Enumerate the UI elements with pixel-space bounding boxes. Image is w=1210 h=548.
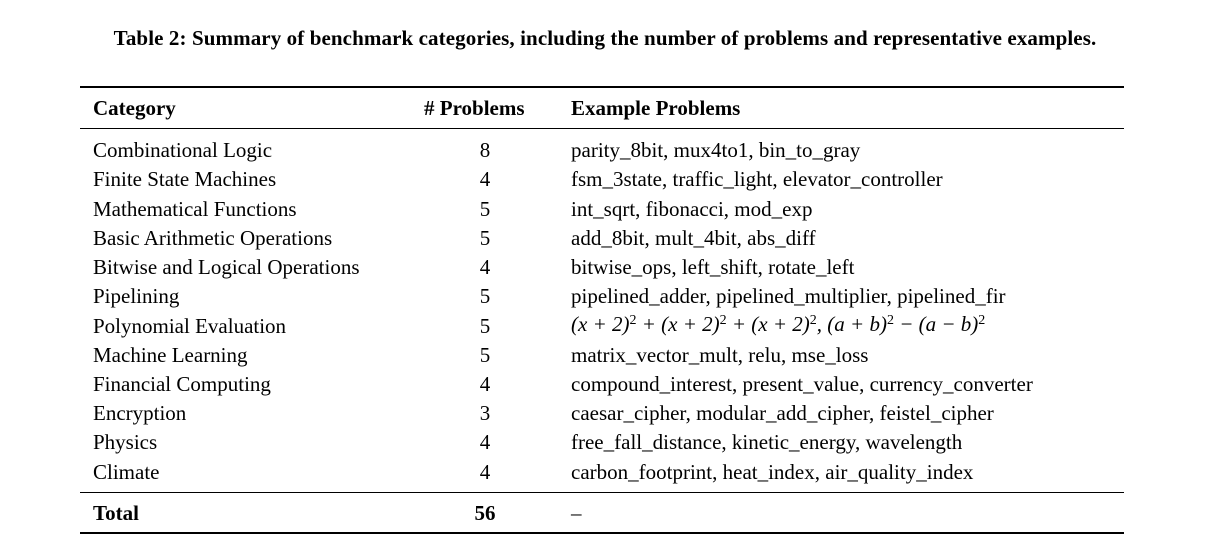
row-count: 5 [479, 226, 491, 250]
bottom-rule [80, 532, 1124, 534]
row-count: 4 [479, 430, 491, 454]
row-examples-math: (x + 2)2 + (x + 2)2 + (x + 2)2, (a + b)2… [571, 312, 986, 336]
row-examples: matrix_vector_mult, relu, mse_loss [571, 343, 869, 367]
row-count: 5 [479, 343, 491, 367]
row-category: Mathematical Functions [93, 197, 297, 221]
row-count: 5 [479, 314, 491, 338]
row-category: Combinational Logic [93, 138, 273, 162]
row-category: Pipelining [93, 284, 180, 308]
row-category: Basic Arithmetic Operations [93, 226, 333, 250]
row-examples: pipelined_adder, pipelined_multiplier, p… [571, 284, 1006, 308]
row-category: Polynomial Evaluation [93, 314, 287, 338]
row-category: Physics [93, 430, 158, 454]
row-count: 4 [479, 460, 491, 484]
top-rule [80, 86, 1124, 88]
header-problems: # Problems [424, 96, 525, 120]
row-category: Machine Learning [93, 343, 248, 367]
row-count: 3 [479, 401, 491, 425]
table-caption: Table 2: Summary of benchmark categories… [113, 26, 1097, 50]
total-count: 56 [474, 501, 496, 525]
row-category: Financial Computing [93, 372, 271, 396]
row-count: 4 [479, 372, 491, 396]
header-examples: Example Problems [571, 96, 741, 120]
row-count: 4 [479, 167, 491, 191]
row-category: Bitwise and Logical Operations [93, 255, 360, 279]
row-category: Finite State Machines [93, 167, 277, 191]
row-count: 4 [479, 255, 491, 279]
row-examples: parity_8bit, mux4to1, bin_to_gray [571, 138, 861, 162]
row-count: 5 [479, 197, 491, 221]
row-category: Encryption [93, 401, 187, 425]
row-examples: free_fall_distance, kinetic_energy, wave… [571, 430, 963, 454]
total-examples: – [571, 501, 582, 525]
total-rule [80, 492, 1124, 493]
row-examples: bitwise_ops, left_shift, rotate_left [571, 255, 855, 279]
row-examples: compound_interest, present_value, curren… [571, 372, 1033, 396]
header-category: Category [93, 96, 176, 120]
row-examples: add_8bit, mult_4bit, abs_diff [571, 226, 816, 250]
row-category: Climate [93, 460, 160, 484]
total-label: Total [93, 501, 139, 525]
row-examples: int_sqrt, fibonacci, mod_exp [571, 197, 813, 221]
row-examples: carbon_footprint, heat_index, air_qualit… [571, 460, 974, 484]
header-rule [80, 128, 1124, 129]
row-examples: caesar_cipher, modular_add_cipher, feist… [571, 401, 994, 425]
row-examples: fsm_3state, traffic_light, elevator_cont… [571, 167, 943, 191]
row-count: 5 [479, 284, 491, 308]
row-count: 8 [479, 138, 491, 162]
